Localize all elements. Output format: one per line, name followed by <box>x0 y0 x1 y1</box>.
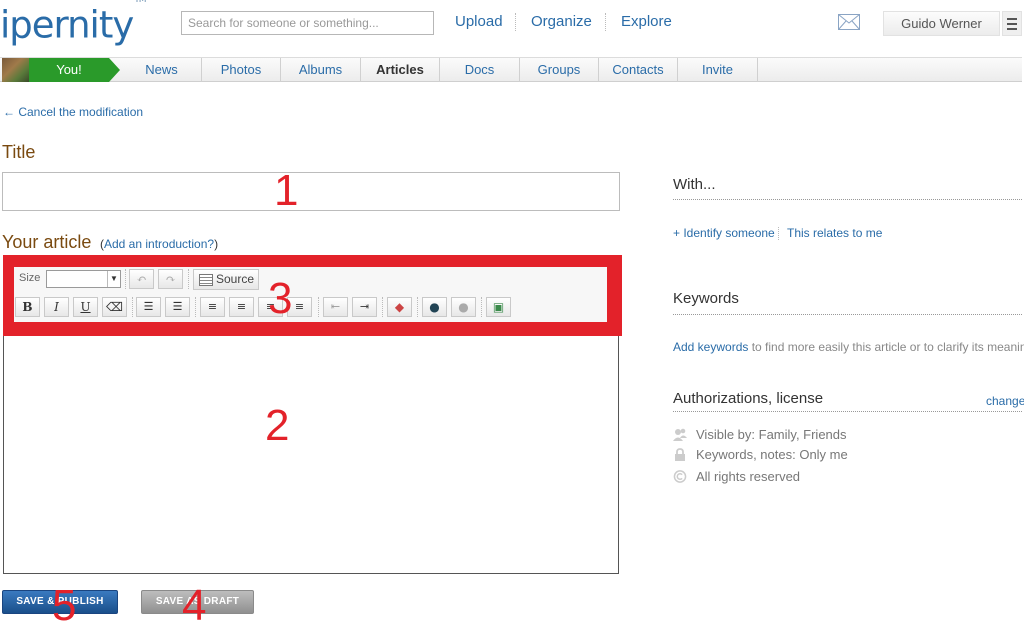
relates-to-me-link[interactable]: This relates to me <box>787 226 882 240</box>
annotation-4: 4 <box>182 581 207 630</box>
article-label: Your article <box>2 232 92 252</box>
toolbar-separator <box>132 297 133 317</box>
indent-icon[interactable]: ⇥ <box>352 297 377 317</box>
bullet-list-icon[interactable]: ☰ <box>165 297 190 317</box>
tab-contacts[interactable]: Contacts <box>599 58 678 82</box>
logo-tm: TM <box>134 0 146 5</box>
italic-icon[interactable]: I <box>44 297 69 317</box>
chevron-down-icon: ▼ <box>107 271 120 287</box>
link-separator <box>778 227 779 240</box>
toolbar-separator <box>195 297 196 317</box>
add-keywords-link[interactable]: Add keywords <box>673 340 748 354</box>
tab-docs[interactable]: Docs <box>440 58 520 82</box>
tab-news[interactable]: News <box>122 58 202 82</box>
toolbar-separator <box>417 297 418 317</box>
intro-wrapper: (Add an introduction?) <box>100 237 218 251</box>
toolbar-separator <box>318 297 319 317</box>
tab-albums[interactable]: Albums <box>281 58 361 82</box>
font-size-label: Size <box>19 272 41 284</box>
toolbar-separator <box>188 269 189 289</box>
visibility-row: Visible by: Family, Friends <box>673 427 847 442</box>
keywords-hint: to find more easily this article or to c… <box>751 340 1024 354</box>
mail-icon[interactable] <box>838 14 860 30</box>
link-icon[interactable]: ● <box>422 297 447 317</box>
add-introduction-link[interactable]: Add an introduction? <box>104 237 214 251</box>
nav-separator <box>515 13 516 31</box>
align-center-icon[interactable]: ≡ <box>229 297 254 317</box>
nav-explore[interactable]: Explore <box>621 13 672 30</box>
notes-text: Keywords, notes: Only me <box>696 447 848 462</box>
tab-photos[interactable]: Photos <box>202 58 281 82</box>
intro-paren: ) <box>214 237 219 251</box>
menu-icon[interactable] <box>1002 11 1022 36</box>
image-icon[interactable]: ▣ <box>486 297 511 317</box>
tab-groups[interactable]: Groups <box>520 58 599 82</box>
nav-organize[interactable]: Organize <box>531 13 592 30</box>
ipernity-logo[interactable]: ipernityTM <box>0 0 147 47</box>
undo-icon[interactable]: ↶ <box>129 269 154 289</box>
avatar[interactable] <box>2 58 29 82</box>
toolbar-separator <box>382 297 383 317</box>
underline-icon[interactable]: U <box>73 297 98 317</box>
outdent-icon[interactable]: ⇤ <box>323 297 348 317</box>
annotation-2: 2 <box>265 401 290 450</box>
divider <box>673 314 1022 315</box>
with-heading: With... <box>673 176 716 193</box>
lock-icon <box>675 448 685 461</box>
redo-icon[interactable]: ↷ <box>158 269 183 289</box>
align-left-icon[interactable]: ≡ <box>200 297 225 317</box>
media-icon[interactable]: ◆ <box>387 297 412 317</box>
cancel-modification-link[interactable]: ← Cancel the modification <box>3 105 143 119</box>
user-name: Guido Werner <box>901 16 982 31</box>
bold-icon[interactable]: B <box>15 297 40 317</box>
notes-row: Keywords, notes: Only me <box>673 447 848 462</box>
tab-invite[interactable]: Invite <box>678 58 758 82</box>
nav-separator <box>605 13 606 31</box>
divider <box>673 411 1022 412</box>
unlink-icon[interactable]: ● <box>451 297 476 317</box>
font-size-select[interactable]: ▼ <box>46 270 121 288</box>
change-link[interactable]: change <box>986 394 1024 408</box>
divider <box>673 199 1022 200</box>
logo-text: ipernity <box>0 3 134 47</box>
eraser-icon[interactable]: ⌫ <box>102 297 127 317</box>
numbered-list-icon[interactable]: ☰ <box>136 297 161 317</box>
source-label: Source <box>216 272 255 286</box>
annotation-1: 1 <box>274 166 299 215</box>
title-label: Title <box>2 142 36 162</box>
rights-text: All rights reserved <box>696 469 801 484</box>
identify-someone-link[interactable]: + Identify someone <box>673 226 775 240</box>
visibility-text: Visible by: Family, Friends <box>696 427 847 442</box>
toolbar-separator <box>125 269 126 289</box>
source-button[interactable]: Source <box>193 269 259 290</box>
toolbar-separator <box>481 297 482 317</box>
title-input[interactable] <box>2 172 620 211</box>
user-menu[interactable]: Guido Werner <box>883 11 1000 36</box>
authorizations-heading: Authorizations, license <box>673 390 824 407</box>
keywords-heading: Keywords <box>673 290 739 307</box>
annotation-5: 5 <box>52 581 77 630</box>
search-input[interactable] <box>181 11 434 35</box>
nav-upload[interactable]: Upload <box>455 13 503 30</box>
copyright-icon <box>673 470 687 483</box>
annotation-3: 3 <box>268 274 293 323</box>
keywords-row: Add keywords to find more easily this ar… <box>673 340 1024 354</box>
people-icon <box>673 428 687 441</box>
tab-you[interactable]: You! <box>29 58 109 82</box>
tab-articles[interactable]: Articles <box>361 58 440 82</box>
license-row: All rights reserved <box>673 469 800 484</box>
